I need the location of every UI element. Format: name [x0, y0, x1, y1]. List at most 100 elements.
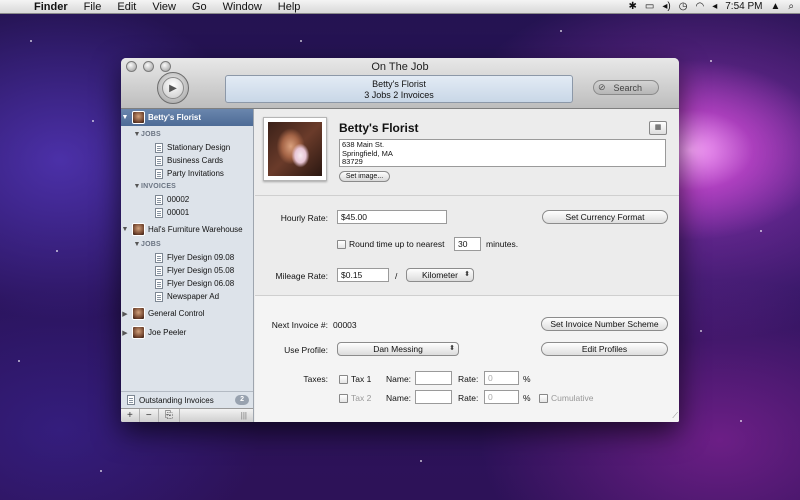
disclosure-open-icon[interactable]: ▼	[121, 114, 129, 121]
distance-unit-popup[interactable]: Kilometer ⬍	[406, 268, 474, 282]
hourly-rate-field[interactable]: $45.00	[337, 210, 447, 224]
client-avatar	[132, 223, 145, 236]
job-label: Flyer Design 06.08	[167, 279, 235, 288]
add-button[interactable]: +	[121, 409, 140, 422]
set-image-button[interactable]: Set image...	[339, 171, 390, 182]
tax2-name-field[interactable]	[415, 390, 452, 404]
popup-arrows-icon: ⬍	[449, 345, 455, 352]
job-icon	[155, 265, 163, 276]
menu-clock[interactable]: 7:54 PM	[725, 0, 762, 14]
display-icon[interactable]: ▭	[645, 0, 654, 14]
disclosure-open-icon[interactable]: ▼	[133, 131, 141, 138]
star	[420, 460, 422, 462]
client-avatar	[132, 111, 145, 124]
remove-button[interactable]: −	[140, 409, 159, 422]
menu-help[interactable]: Help	[270, 0, 309, 14]
disclosure-open-icon[interactable]: ▼	[121, 226, 129, 233]
volume-slider-icon[interactable]: ◂	[712, 0, 717, 14]
cumulative-checkbox[interactable]	[539, 394, 548, 403]
client-photo[interactable]	[263, 117, 327, 181]
set-invoice-number-scheme-button[interactable]: Set Invoice Number Scheme	[541, 317, 668, 331]
timer-button[interactable]: ▶	[157, 72, 189, 104]
search-placeholder: Search	[613, 82, 643, 93]
resize-grip-icon[interactable]: |||	[235, 409, 253, 422]
search-field[interactable]: ⊘ Search	[593, 80, 659, 95]
mileage-rate-label: Mileage Rate:	[275, 271, 328, 281]
user-icon[interactable]: ▲	[770, 0, 780, 14]
job-icon	[155, 278, 163, 289]
sidebar-job[interactable]: Stationary Design	[121, 141, 253, 154]
tax1-name-label: Name:	[386, 374, 412, 384]
sidebar-job[interactable]: Party Invitations	[121, 167, 253, 180]
job-label: Business Cards	[167, 156, 224, 165]
menu-view[interactable]: View	[144, 0, 184, 14]
menu-edit[interactable]: Edit	[109, 0, 144, 14]
tax1-percent: %	[523, 374, 531, 384]
sidebar-job[interactable]: Flyer Design 09.08	[121, 251, 253, 264]
disclosure-closed-icon[interactable]: ▶	[121, 310, 129, 318]
sidebar-group-jobs[interactable]: ▼ JOBS	[121, 128, 253, 141]
client-name: General Control	[148, 309, 205, 318]
sidebar-client-general-control[interactable]: ▶ General Control	[121, 305, 253, 322]
address-field[interactable]: 638 Main St. Springfield, MA 83729	[339, 139, 666, 167]
menu-finder[interactable]: Finder	[26, 0, 76, 14]
window-title: On The Job	[371, 61, 429, 73]
sidebar-client-hals-furniture[interactable]: ▼ Hal's Furniture Warehouse	[121, 221, 253, 238]
new-job-button[interactable]: ⎘	[159, 409, 180, 422]
group-label: INVOICES	[141, 183, 177, 190]
star	[30, 40, 32, 42]
outstanding-invoices[interactable]: Outstanding Invoices 2	[121, 391, 253, 408]
mileage-rate-field[interactable]: $0.15	[337, 268, 389, 282]
address-book-icon[interactable]: ▦	[649, 121, 667, 135]
invoice-label: 00001	[167, 208, 190, 217]
job-label: Newspaper Ad	[167, 292, 220, 301]
disclosure-open-icon[interactable]: ▼	[133, 183, 141, 190]
window-resize-grip-icon[interactable]: ⟋	[672, 411, 678, 421]
bluetooth-icon[interactable]: ✱	[629, 0, 637, 14]
hourly-rate-label: Hourly Rate:	[280, 213, 328, 223]
volume-icon[interactable]: ◂)	[662, 0, 670, 14]
menu-file[interactable]: File	[76, 0, 110, 14]
sidebar-job[interactable]: Flyer Design 06.08	[121, 277, 253, 290]
spotlight-icon[interactable]: ⌕	[788, 0, 794, 14]
wifi-icon[interactable]: ◠	[695, 0, 704, 14]
sidebar-client-bettys-florist[interactable]: ▼ Betty's Florist	[121, 109, 253, 126]
sidebar-client-joe-peeler[interactable]: ▶ Joe Peeler	[121, 324, 253, 341]
client-name: Betty's Florist	[148, 113, 202, 122]
minutes-label: minutes.	[486, 239, 519, 249]
client-name-heading[interactable]: Betty's Florist	[339, 121, 419, 135]
sidebar-group-jobs[interactable]: ▼ JOBS	[121, 238, 253, 251]
disclosure-open-icon[interactable]: ▼	[133, 241, 141, 248]
status-client: Betty's Florist	[372, 79, 426, 89]
job-label: Party Invitations	[167, 169, 224, 178]
tax1-checkbox[interactable]	[339, 375, 348, 384]
sidebar-group-invoices[interactable]: ▼ INVOICES	[121, 180, 253, 193]
sidebar-invoice[interactable]: 00001	[121, 206, 253, 219]
tax1-name-field[interactable]	[415, 371, 452, 385]
use-profile-label: Use Profile:	[284, 345, 328, 355]
tax1-rate-label: Rate:	[458, 374, 479, 384]
taxes-label: Taxes:	[303, 374, 328, 384]
sidebar-job[interactable]: Newspaper Ad	[121, 290, 253, 303]
sidebar-invoice[interactable]: 00002	[121, 193, 253, 206]
tax1-rate-field[interactable]: 0	[484, 371, 519, 385]
round-time-checkbox[interactable]	[337, 240, 346, 249]
client-name: Joe Peeler	[148, 328, 187, 337]
profile-popup[interactable]: Dan Messing ⬍	[337, 342, 459, 356]
sidebar-job[interactable]: Business Cards	[121, 154, 253, 167]
edit-profiles-button[interactable]: Edit Profiles	[541, 342, 668, 356]
star	[710, 60, 712, 62]
menu-window[interactable]: Window	[215, 0, 270, 14]
round-minutes-field[interactable]: 30	[454, 237, 481, 251]
menu-go[interactable]: Go	[184, 0, 215, 14]
sidebar-job[interactable]: Flyer Design 05.08	[121, 264, 253, 277]
time-machine-icon[interactable]: ◷	[679, 0, 688, 14]
set-currency-format-button[interactable]: Set Currency Format	[542, 210, 668, 224]
disclosure-closed-icon[interactable]: ▶	[121, 329, 129, 337]
tax2-rate-field[interactable]: 0	[484, 390, 519, 404]
invoice-icon	[155, 207, 163, 218]
next-invoice-number: 00003	[333, 320, 357, 330]
distance-unit-value: Kilometer	[422, 270, 458, 280]
star	[92, 120, 94, 122]
tax2-checkbox[interactable]	[339, 394, 348, 403]
